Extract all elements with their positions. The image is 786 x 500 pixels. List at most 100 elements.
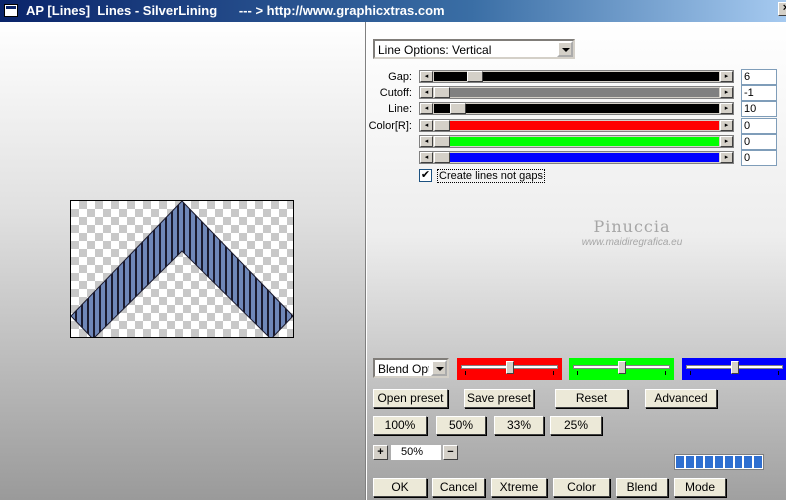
slider-track[interactable] bbox=[434, 71, 719, 82]
slider-value-input[interactable]: 6 bbox=[741, 69, 777, 85]
progress-segment bbox=[695, 456, 704, 468]
progress-segment bbox=[754, 456, 763, 468]
checkbox-box[interactable]: ✔ bbox=[419, 169, 432, 182]
slider-row: Gap: ◂ ▸ 6 bbox=[367, 69, 786, 85]
slider-tick bbox=[465, 371, 466, 375]
slider-value-input[interactable]: 0 bbox=[741, 150, 777, 166]
slider-row: ◂ ▸ 0 bbox=[367, 134, 786, 150]
slider-value-input[interactable]: -1 bbox=[741, 85, 777, 101]
slider-track[interactable] bbox=[434, 120, 719, 131]
scroll-left-icon[interactable]: ◂ bbox=[420, 152, 433, 163]
slider-track[interactable] bbox=[434, 136, 719, 147]
zoom-25-button[interactable]: 25% bbox=[550, 416, 602, 435]
slider-label: Line: bbox=[388, 103, 412, 115]
scroll-right-icon[interactable]: ▸ bbox=[720, 87, 733, 98]
blend-slider-thumb[interactable] bbox=[618, 361, 626, 374]
progress-segment bbox=[685, 456, 694, 468]
slider[interactable]: ◂ ▸ bbox=[419, 151, 734, 164]
controls-panel: Line Options: Vertical Gap: ◂ ▸ 6 Cutoff: ◂ ▸ -… bbox=[367, 22, 786, 500]
zoom-minus-button[interactable]: − bbox=[443, 445, 458, 460]
blend-options-value: Blend Options bbox=[378, 362, 429, 376]
progress-segment bbox=[724, 456, 733, 468]
slider-track[interactable] bbox=[434, 87, 719, 98]
green-blend-slider[interactable] bbox=[569, 358, 674, 380]
slider-thumb[interactable] bbox=[467, 71, 483, 82]
progress-segment bbox=[676, 456, 684, 468]
blend-options-dropdown[interactable]: Blend Options bbox=[373, 358, 449, 378]
slider-label: Cutoff: bbox=[379, 87, 412, 99]
window-icon[interactable] bbox=[4, 4, 18, 17]
action-color-button[interactable]: Color bbox=[553, 478, 610, 497]
slider-thumb[interactable] bbox=[434, 120, 450, 131]
slider-tick bbox=[553, 371, 554, 375]
slider-row: ◂ ▸ 0 bbox=[367, 150, 786, 166]
close-button[interactable]: × bbox=[778, 2, 786, 16]
zoom-value[interactable]: 50% bbox=[391, 445, 441, 460]
scroll-right-icon[interactable]: ▸ bbox=[720, 120, 733, 131]
zoom-stepper[interactable]: + 50% − bbox=[373, 445, 458, 461]
scroll-left-icon[interactable]: ◂ bbox=[420, 136, 433, 147]
action-xtreme-button[interactable]: Xtreme bbox=[491, 478, 547, 497]
action-cancel-button[interactable]: Cancel bbox=[432, 478, 485, 497]
slider-value-input[interactable]: 0 bbox=[741, 134, 777, 150]
scroll-right-icon[interactable]: ▸ bbox=[720, 71, 733, 82]
action-ok-button[interactable]: OK bbox=[373, 478, 427, 497]
progress-segment bbox=[744, 456, 753, 468]
blue-blend-slider[interactable] bbox=[682, 358, 786, 380]
progress-segment bbox=[715, 456, 723, 468]
slider-row: Line: ◂ ▸ 10 bbox=[367, 101, 786, 117]
slider-label: Gap: bbox=[388, 71, 412, 83]
slider-row: Color[R]: ◂ ▸ 0 bbox=[367, 118, 786, 134]
red-blend-slider[interactable] bbox=[457, 358, 562, 380]
chevron-down-icon[interactable] bbox=[431, 360, 447, 376]
chevron-down-icon[interactable] bbox=[557, 41, 573, 57]
slider-tick bbox=[778, 371, 779, 375]
slider-thumb[interactable] bbox=[434, 87, 450, 98]
window-title: AP [Lines] Lines - SilverLining --- > ht… bbox=[26, 3, 445, 18]
slider[interactable]: ◂ ▸ bbox=[419, 119, 734, 132]
preset-reset-button[interactable]: Reset bbox=[555, 389, 628, 408]
slider-value-input[interactable]: 0 bbox=[741, 118, 777, 134]
slider-track[interactable] bbox=[434, 103, 719, 114]
preview-shape bbox=[71, 201, 293, 337]
action-blend-button[interactable]: Blend bbox=[616, 478, 668, 497]
slider-track[interactable] bbox=[434, 152, 719, 163]
blend-slider-thumb[interactable] bbox=[506, 361, 514, 374]
watermark-name: Pinuccia bbox=[593, 217, 671, 236]
line-options-dropdown[interactable]: Line Options: Vertical bbox=[373, 39, 575, 59]
progress-segment bbox=[734, 456, 743, 468]
preset-advanced-button[interactable]: Advanced bbox=[645, 389, 717, 408]
slider[interactable]: ◂ ▸ bbox=[419, 102, 734, 115]
slider[interactable]: ◂ ▸ bbox=[419, 70, 734, 83]
scroll-right-icon[interactable]: ▸ bbox=[720, 136, 733, 147]
preview-image[interactable] bbox=[70, 200, 294, 338]
zoom-50-button[interactable]: 50% bbox=[436, 416, 486, 435]
watermark: Pinuccia www.maidiregrafica.eu bbox=[557, 217, 707, 248]
slider-tick bbox=[690, 371, 691, 375]
slider-value-input[interactable]: 10 bbox=[741, 101, 777, 117]
slider[interactable]: ◂ ▸ bbox=[419, 86, 734, 99]
zoom-100-button[interactable]: 100% bbox=[373, 416, 427, 435]
preset-open-preset-button[interactable]: Open preset bbox=[373, 389, 448, 408]
blend-slider-thumb[interactable] bbox=[731, 361, 739, 374]
title-bar: AP [Lines] Lines - SilverLining --- > ht… bbox=[0, 0, 786, 22]
progress-bar bbox=[674, 454, 764, 470]
slider-label: Color[R]: bbox=[368, 120, 412, 132]
zoom-plus-button[interactable]: + bbox=[373, 445, 388, 460]
scroll-left-icon[interactable]: ◂ bbox=[420, 120, 433, 131]
watermark-url: www.maidiregrafica.eu bbox=[581, 237, 683, 248]
scroll-right-icon[interactable]: ▸ bbox=[720, 152, 733, 163]
scroll-left-icon[interactable]: ◂ bbox=[420, 103, 433, 114]
slider-thumb[interactable] bbox=[434, 152, 450, 163]
line-options-value: Line Options: Vertical bbox=[378, 43, 492, 57]
scroll-left-icon[interactable]: ◂ bbox=[420, 71, 433, 82]
slider[interactable]: ◂ ▸ bbox=[419, 135, 734, 148]
scroll-right-icon[interactable]: ▸ bbox=[720, 103, 733, 114]
slider-thumb[interactable] bbox=[434, 136, 450, 147]
action-mode-button[interactable]: Mode bbox=[674, 478, 726, 497]
zoom-33-button[interactable]: 33% bbox=[494, 416, 544, 435]
preset-save-preset-button[interactable]: Save preset bbox=[464, 389, 534, 408]
scroll-left-icon[interactable]: ◂ bbox=[420, 87, 433, 98]
slider-thumb[interactable] bbox=[450, 103, 466, 114]
slider-row: Cutoff: ◂ ▸ -1 bbox=[367, 85, 786, 101]
